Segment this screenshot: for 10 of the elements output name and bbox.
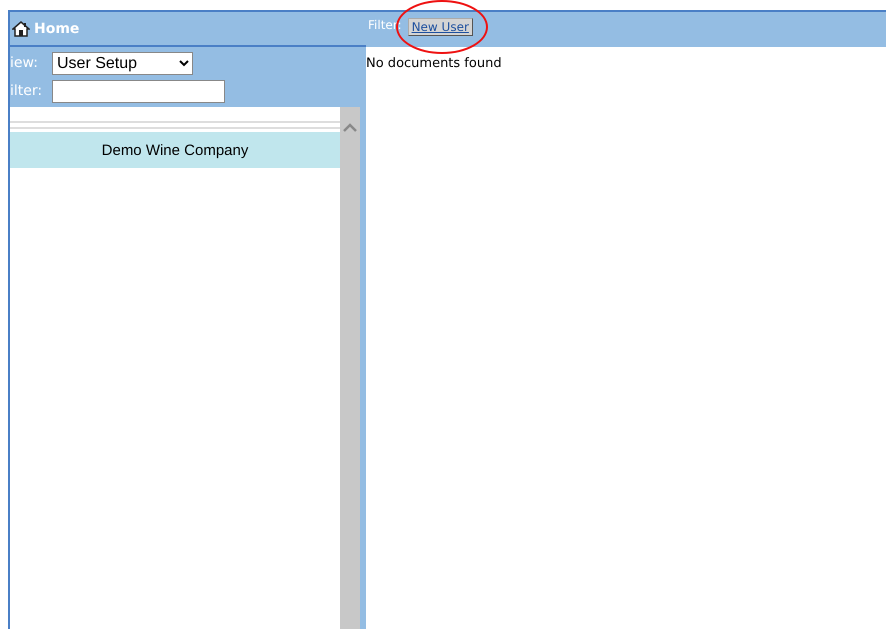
- new-user-button[interactable]: New User: [408, 18, 473, 36]
- filter-field[interactable]: [52, 80, 225, 102]
- company-item[interactable]: Demo Wine Company: [10, 132, 340, 168]
- filter-label: ilter:: [10, 83, 44, 99]
- home-icon[interactable]: [12, 20, 30, 36]
- view-label: iew:: [10, 55, 39, 71]
- empty-message: No documents found: [366, 56, 503, 71]
- view-dropdown[interactable]: User Setup: [52, 52, 193, 74]
- scrollbar[interactable]: [340, 107, 360, 629]
- scroll-up-icon[interactable]: [343, 123, 357, 133]
